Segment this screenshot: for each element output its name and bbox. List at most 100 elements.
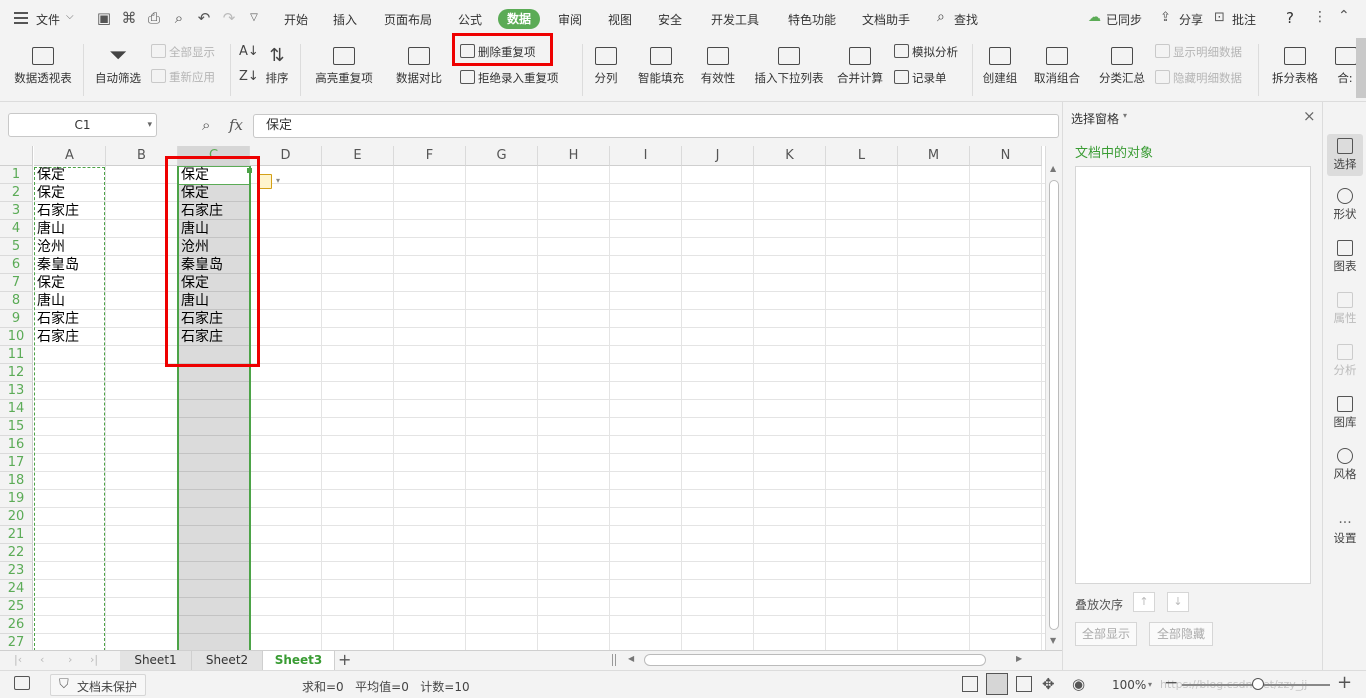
sidebar-style[interactable]: 风格 (1327, 448, 1363, 482)
cell-c1[interactable]: 保定 (178, 166, 250, 184)
sync-status[interactable]: 已同步 (1106, 11, 1142, 28)
column-header-a[interactable]: A (34, 146, 106, 166)
sheet-tab-sheet3[interactable]: Sheet3 (263, 651, 335, 671)
tab-view[interactable]: 视图 (608, 11, 632, 28)
row-header-1[interactable]: 1 (0, 166, 33, 184)
column-header-k[interactable]: K (754, 146, 826, 166)
macro-icon[interactable] (14, 676, 30, 690)
row-header-2[interactable]: 2 (0, 184, 33, 202)
row-header-9[interactable]: 9 (0, 310, 33, 328)
save-icon[interactable]: ▣ (95, 9, 113, 27)
column-header-l[interactable]: L (826, 146, 898, 166)
row-header-27[interactable]: 27 (0, 634, 33, 650)
zoom-formula-icon[interactable]: ⌕ (202, 116, 210, 134)
chevron-down-icon[interactable]: ▾ (276, 176, 280, 185)
zoom-level[interactable]: 100% (1112, 678, 1146, 692)
pivot-table-button[interactable]: 数据透视表 (12, 44, 74, 86)
tab-page-layout[interactable]: 页面布局 (384, 11, 432, 28)
column-header-m[interactable]: M (898, 146, 970, 166)
tab-features[interactable]: 特色功能 (788, 11, 836, 28)
cell-c4[interactable]: 唐山 (178, 220, 250, 238)
column-header-e[interactable]: E (322, 146, 394, 166)
scroll-up-icon[interactable]: ▲ (1050, 164, 1056, 173)
cell-a3[interactable]: 石家庄 (34, 202, 106, 220)
doc-protect-button[interactable]: ⛉ 文档未保护 (50, 674, 146, 696)
tab-security[interactable]: 安全 (658, 11, 682, 28)
formula-input[interactable]: 保定 (253, 114, 1059, 138)
redo-icon[interactable]: ↷ (220, 9, 238, 27)
search-button[interactable]: 查找 (954, 11, 978, 28)
comment-button[interactable]: 批注 (1232, 11, 1256, 28)
next-sheet-icon[interactable]: › (68, 653, 72, 666)
cell-a9[interactable]: 石家庄 (34, 310, 106, 328)
subtotal-button[interactable]: 分类汇总 (1097, 44, 1147, 86)
add-sheet-icon[interactable]: + (338, 650, 351, 669)
row-header-23[interactable]: 23 (0, 562, 33, 580)
cell-c2[interactable]: 保定 (178, 184, 250, 202)
row-header-17[interactable]: 17 (0, 454, 33, 472)
row-header-19[interactable]: 19 (0, 490, 33, 508)
autofilter-button[interactable]: ⏷ 自动筛选 (92, 44, 144, 86)
cell-c6[interactable]: 秦皇岛 (178, 256, 250, 274)
cell-c9[interactable]: 石家庄 (178, 310, 250, 328)
select-all-corner[interactable] (0, 146, 33, 166)
chevron-down-icon[interactable]: ▾ (1123, 111, 1127, 120)
spreadsheet-grid[interactable]: ABCDEFGHIJKLMN 1 2 3 4 5 6 7 8 9 10 11 12 13 14 15 16 17… (0, 146, 1062, 650)
row-header-3[interactable]: 3 (0, 202, 33, 220)
cell-a6[interactable]: 秦皇岛 (34, 256, 106, 274)
cell-c8[interactable]: 唐山 (178, 292, 250, 310)
sidebar-gallery[interactable]: 图库 (1327, 396, 1363, 430)
row-header-4[interactable]: 4 (0, 220, 33, 238)
page-break-view-icon[interactable] (1016, 676, 1032, 692)
sidebar-chart[interactable]: 图表 (1327, 240, 1363, 274)
sidebar-shape[interactable]: 形状 (1327, 188, 1363, 222)
customize-icon[interactable]: ▽ (245, 9, 263, 27)
cell-c5[interactable]: 沧州 (178, 238, 250, 256)
merge-more-button[interactable]: 合: (1334, 44, 1356, 86)
tab-developer[interactable]: 开发工具 (711, 11, 759, 28)
print-icon[interactable]: ⎙ (145, 9, 163, 27)
zoom-slider-thumb[interactable] (1252, 678, 1264, 690)
fullscreen-icon[interactable] (962, 676, 978, 692)
cell-a7[interactable]: 保定 (34, 274, 106, 292)
column-header-g[interactable]: G (466, 146, 538, 166)
column-header-i[interactable]: I (610, 146, 682, 166)
row-header-24[interactable]: 24 (0, 580, 33, 598)
last-sheet-icon[interactable]: ›| (90, 653, 98, 666)
reject-duplicates-button[interactable]: 拒绝录入重复项 (460, 69, 559, 87)
cell-c3[interactable]: 石家庄 (178, 202, 250, 220)
cell-c10[interactable]: 石家庄 (178, 328, 250, 346)
sidebar-select[interactable]: 选择 (1327, 134, 1363, 176)
help-button[interactable]: ? (1286, 9, 1294, 27)
record-form-button[interactable]: 记录单 (894, 69, 947, 87)
show-detail-button[interactable]: 显示明细数据 (1155, 43, 1242, 61)
row-header-14[interactable]: 14 (0, 400, 33, 418)
chevron-down-icon[interactable]: ▾ (147, 114, 152, 136)
paste-options-icon[interactable] (259, 174, 272, 189)
more-icon[interactable]: ⋮ (1313, 9, 1327, 25)
cell-a1[interactable]: 保定 (34, 166, 106, 184)
cell-a2[interactable]: 保定 (34, 184, 106, 202)
tab-home[interactable]: 开始 (284, 11, 308, 28)
column-header-j[interactable]: J (682, 146, 754, 166)
cell-a4[interactable]: 唐山 (34, 220, 106, 238)
sheet-tab-sheet1[interactable]: Sheet1 (120, 651, 192, 671)
column-header-f[interactable]: F (394, 146, 466, 166)
zoom-in-icon[interactable]: + (1337, 672, 1352, 693)
move-down-button[interactable]: ↓ (1167, 592, 1189, 612)
sort-asc-icon[interactable]: A↓ (239, 44, 259, 59)
column-header-c[interactable]: C (178, 146, 250, 166)
prev-sheet-icon[interactable]: ‹ (40, 653, 44, 666)
cell-a5[interactable]: 沧州 (34, 238, 106, 256)
tab-review[interactable]: 审阅 (558, 11, 582, 28)
share-button[interactable]: 分享 (1179, 11, 1203, 28)
sort-button[interactable]: ⇅ 排序 (262, 44, 292, 86)
remove-duplicates-button[interactable]: 删除重复项 (460, 43, 536, 61)
row-header-25[interactable]: 25 (0, 598, 33, 616)
highlight-duplicates-button[interactable]: 高亮重复项 (308, 44, 380, 86)
sidebar-analysis[interactable]: 分析 (1327, 344, 1363, 378)
tab-doc-assistant[interactable]: 文档助手 (862, 11, 910, 28)
smart-fill-button[interactable]: 智能填充 (636, 44, 686, 86)
row-header-16[interactable]: 16 (0, 436, 33, 454)
ungroup-button[interactable]: 取消组合 (1028, 44, 1086, 86)
